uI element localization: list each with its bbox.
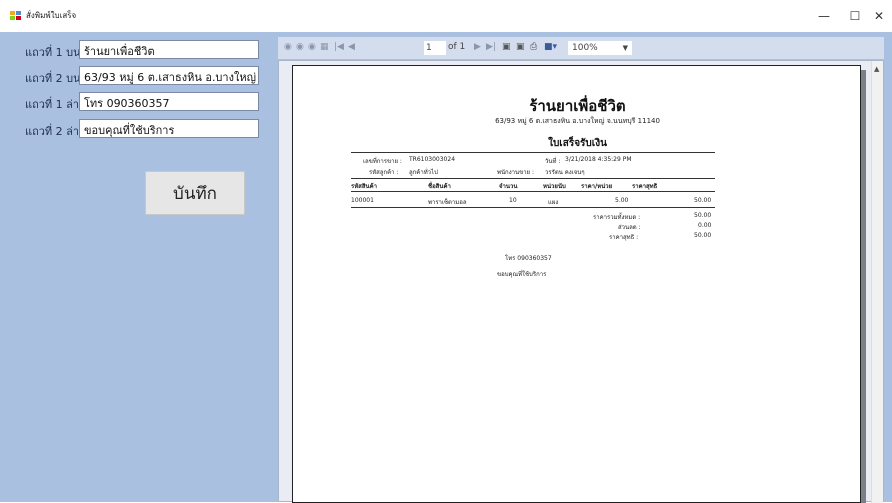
prev-icon[interactable]: ◉	[296, 42, 304, 52]
sale-no-label: เลขที่การขาย :	[363, 158, 402, 165]
line3-label: แถวที่ 1 ล่าง	[25, 98, 85, 111]
vertical-scrollbar[interactable]: ▲	[871, 61, 883, 503]
report-canvas: ร้านยาเพื่อชีวิต 63/93 หมู่ 6 ต.เสาธงหิน…	[278, 60, 884, 503]
last-page-button[interactable]: ▶|	[486, 42, 496, 52]
print-icon[interactable]: ⎙	[530, 42, 537, 52]
item-name: พาราเซ็ตามอล	[428, 199, 467, 206]
report-viewer: ◉ ◉ ◉ ▦ |◀ ◀ 1 of 1 ▶ ▶| ▣ ▣ ⎙ ■▾ 100% ▼…	[268, 32, 892, 503]
page-number-input[interactable]: 1	[424, 41, 446, 55]
export-icon[interactable]: ▦	[320, 42, 329, 52]
first-page-button[interactable]: |◀	[334, 42, 344, 52]
col-header-price: ราคา/หน่วย	[581, 183, 613, 190]
receipt-footer-thanks: ขอบคุณที่ใช้บริการ	[497, 271, 547, 278]
print-layout-icon[interactable]: ▣	[502, 42, 511, 52]
col-header-net: ราคาสุทธิ	[632, 183, 658, 190]
save-button[interactable]: บันทึก	[145, 171, 245, 215]
item-unit: แผง	[548, 199, 559, 206]
line3-input[interactable]: โทร 090360357	[79, 92, 259, 111]
app-icon	[10, 11, 21, 20]
refresh-icon[interactable]: ◉	[308, 42, 316, 52]
chevron-up-icon[interactable]: ▲	[874, 65, 879, 73]
staff-value: วรรัตน คงเจนๆ	[545, 169, 585, 176]
date-label: วันที่ :	[545, 158, 561, 165]
line2-label: แถวที่ 2 บน	[25, 72, 81, 85]
net-value: 50.00	[694, 232, 712, 239]
customer-label: รหัสลูกค้า :	[369, 169, 399, 176]
minimize-button[interactable]: —	[807, 4, 841, 28]
line1-input[interactable]: ร้านยาเพื่อชีวิต	[79, 40, 259, 59]
window-titlebar: สั่งพิมพ์ใบเสร็จ — ☐ ✕	[0, 0, 892, 32]
divider	[351, 178, 715, 179]
line1-label: แถวที่ 1 บน	[25, 46, 81, 59]
line4-label: แถวที่ 2 ล่าง	[25, 125, 85, 138]
item-price: 5.00	[615, 197, 629, 204]
chevron-down-icon: ▼	[622, 44, 628, 52]
staff-label: พนักงานขาย :	[497, 169, 535, 176]
discount-label: ส่วนลด :	[618, 224, 641, 231]
previous-page-button[interactable]: ◀	[348, 42, 355, 52]
close-button[interactable]: ✕	[862, 4, 892, 28]
customer-value: ลูกค้าทั่วไป	[409, 169, 438, 176]
divider	[351, 207, 715, 208]
item-qty: 10	[509, 197, 517, 204]
receipt-footer-phone: โทร 090360357	[505, 255, 552, 262]
net-label: ราคาสุทธิ :	[609, 234, 639, 241]
item-net: 50.00	[694, 197, 712, 204]
receipt-title: ใบเสร็จรับเงิน	[548, 138, 607, 149]
discount-value: 0.00	[698, 222, 712, 229]
report-page: ร้านยาเพื่อชีวิต 63/93 หมู่ 6 ต.เสาธงหิน…	[292, 65, 861, 503]
divider	[351, 152, 715, 153]
line4-input[interactable]: ขอบคุณที่ใช้บริการ	[79, 119, 259, 138]
total-value: 50.00	[694, 212, 712, 219]
report-toolbar: ◉ ◉ ◉ ▦ |◀ ◀ 1 of 1 ▶ ▶| ▣ ▣ ⎙ ■▾ 100% ▼	[278, 37, 884, 59]
first-page-icon[interactable]: ◉	[284, 42, 292, 52]
total-label: ราคารวมทั้งหมด :	[593, 214, 641, 221]
zoom-value: 100%	[572, 43, 598, 53]
save-icon[interactable]: ■▾	[544, 42, 557, 52]
divider	[351, 191, 715, 192]
line2-input[interactable]: 63/93 หมู่ 6 ต.เสาธงหิน อ.บางใหญ่ จ.	[79, 66, 259, 85]
page-setup-icon[interactable]: ▣	[516, 42, 525, 52]
sale-no-value: TR6103003024	[409, 156, 456, 163]
window-title: สั่งพิมพ์ใบเสร็จ	[26, 11, 77, 20]
col-header-code: รหัสสินค้า	[351, 183, 377, 190]
col-header-qty: จำนวน	[499, 183, 518, 190]
item-code: 100001	[351, 197, 374, 204]
col-header-name: ชื่อสินค้า	[428, 183, 451, 190]
zoom-select[interactable]: 100% ▼	[568, 41, 632, 55]
settings-panel: แถวที่ 1 บน ร้านยาเพื่อชีวิต แถวที่ 2 บน…	[0, 32, 268, 502]
page-count: of 1	[448, 42, 466, 52]
col-header-unit: หน่วยนับ	[543, 183, 566, 190]
next-page-button[interactable]: ▶	[474, 42, 481, 52]
receipt-shop-name: ร้านยาเพื่อชีวิต	[529, 97, 626, 115]
receipt-address: 63/93 หมู่ 6 ต.เสาธงหิน อ.บางใหญ่ จ.นนทบ…	[495, 117, 660, 125]
date-value: 3/21/2018 4:35:29 PM	[565, 156, 632, 163]
